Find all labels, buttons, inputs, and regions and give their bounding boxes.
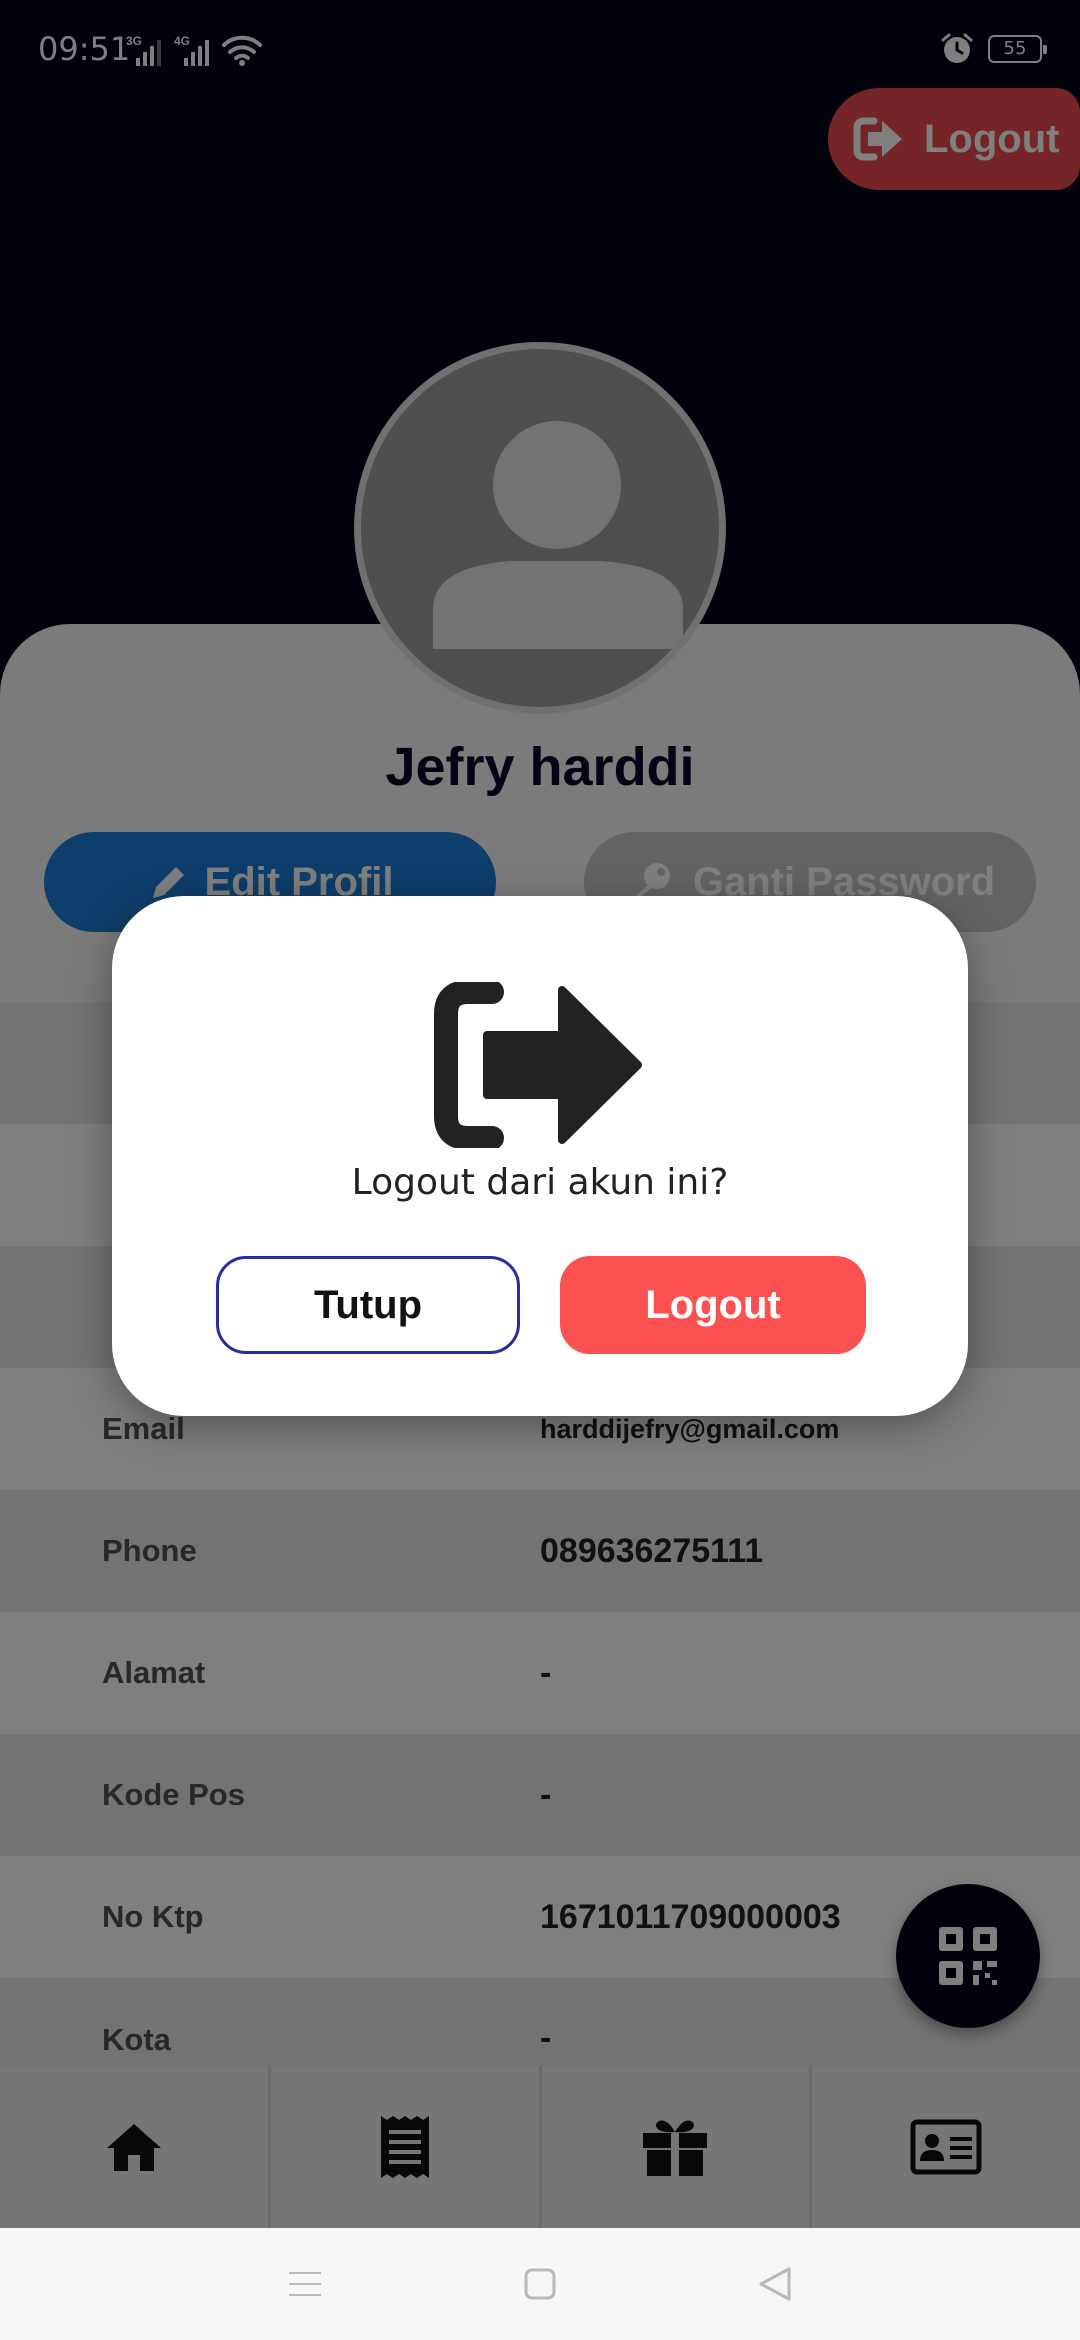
close-button[interactable]: Tutup — [216, 1256, 520, 1354]
dialog-message: Logout dari akun ini? — [351, 1162, 729, 1203]
system-navigation-bar — [0, 2228, 1080, 2340]
back-icon[interactable] — [757, 2266, 793, 2302]
confirm-logout-button[interactable]: Logout — [560, 1256, 866, 1354]
menu-icon[interactable] — [287, 2269, 323, 2299]
home-square-icon[interactable] — [523, 2267, 557, 2301]
logout-icon — [434, 982, 642, 1148]
logout-dialog: Logout dari akun ini? Tutup Logout — [112, 896, 968, 1416]
